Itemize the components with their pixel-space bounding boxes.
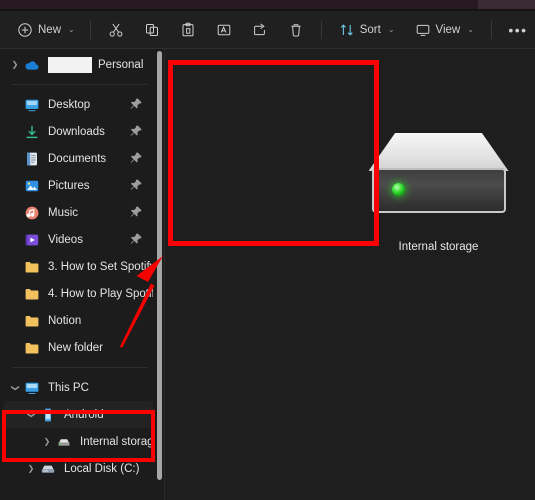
pin-icon[interactable]: [129, 124, 143, 138]
title-bar: [0, 0, 535, 9]
sidebar-item-pictures[interactable]: Pictures: [4, 172, 153, 199]
downloads-icon: [24, 124, 40, 140]
sidebar-item-label: Downloads: [48, 125, 105, 138]
see-more-button[interactable]: •••: [503, 16, 533, 44]
pictures-icon: [24, 178, 40, 194]
sidebar-item-label: Internal storage: [80, 435, 153, 448]
rename-icon: [216, 22, 232, 38]
share-icon: [252, 22, 268, 38]
share-button[interactable]: [244, 16, 276, 44]
plus-circle-icon: [17, 22, 33, 38]
pin-icon[interactable]: [129, 151, 143, 165]
chevron-down-icon: ⌄: [467, 25, 474, 34]
sidebar-item-label: Local Disk (C:): [64, 462, 140, 475]
sidebar-item-label: Personal: [98, 58, 144, 71]
sidebar-item-label: Music: [48, 206, 79, 219]
sidebar-item-label: Desktop: [48, 98, 91, 111]
sidebar-item-label: New folder: [48, 341, 103, 354]
sort-button-label: Sort: [359, 23, 381, 36]
toolbar-separator-3: [490, 20, 492, 39]
music-icon: [24, 205, 40, 221]
sidebar-item-label: Notion: [48, 314, 82, 327]
sidebar-item-music[interactable]: Music: [4, 199, 153, 226]
file-explorer-window: New ⌄ Sort ⌄ View ⌄ ••• ❯ Personal Deskt…: [0, 0, 535, 500]
sidebar-item-videos[interactable]: Videos: [4, 226, 153, 253]
sidebar-item-documents[interactable]: Documents: [4, 145, 153, 172]
copy-button[interactable]: [136, 16, 168, 44]
delete-button[interactable]: [280, 16, 312, 44]
red-pointer-arrow: [118, 252, 170, 352]
chevron-right-icon[interactable]: ❯: [24, 464, 38, 473]
copy-icon: [144, 22, 160, 38]
folder-icon: [24, 340, 40, 356]
sidebar-item-label: Videos: [48, 233, 83, 246]
chevron-right-icon[interactable]: ❯: [8, 60, 22, 69]
redacted-account-name: [48, 56, 92, 73]
rename-button[interactable]: [208, 16, 240, 44]
view-monitor-icon: [415, 22, 431, 38]
sidebar-item-downloads[interactable]: Downloads: [4, 118, 153, 145]
toolbar-separator-1: [89, 20, 91, 39]
toolbar-separator-2: [320, 20, 322, 39]
sidebar-item-android[interactable]: ❯ Android: [4, 401, 153, 428]
sidebar-item-desktop[interactable]: Desktop: [4, 91, 153, 118]
sidebar-item-label: Documents: [48, 152, 107, 165]
drive-top-face: [368, 133, 509, 171]
sidebar-item-label: Android: [64, 408, 104, 421]
drive-front-face: [371, 168, 506, 213]
chevron-down-icon: ⌄: [387, 25, 395, 34]
drive-led-icon: [391, 183, 405, 196]
chevron-down-icon: ⌄: [68, 25, 75, 34]
documents-icon: [24, 151, 40, 167]
folder-icon: [24, 313, 40, 329]
onedrive-cloud-icon: [24, 57, 40, 73]
chevron-down-icon[interactable]: ❯: [11, 381, 20, 395]
new-button[interactable]: New ⌄: [12, 16, 83, 44]
chevron-down-icon[interactable]: ❯: [27, 408, 36, 422]
desktop-icon: [24, 97, 40, 113]
phone-icon: [40, 407, 56, 423]
pin-icon[interactable]: [129, 205, 143, 219]
sidebar-item-label: This PC: [48, 381, 89, 394]
title-bar-left: [0, 0, 478, 9]
pin-icon[interactable]: [129, 178, 143, 192]
videos-icon: [24, 232, 40, 248]
folder-icon: [24, 286, 40, 302]
sidebar-item-internal-storage[interactable]: ❯ Internal storage: [4, 428, 153, 455]
sort-arrows-icon: [339, 22, 355, 38]
pin-icon[interactable]: [129, 232, 143, 246]
view-button[interactable]: View ⌄: [408, 16, 481, 44]
delete-icon: [288, 22, 304, 38]
sidebar-item-local-disk-c[interactable]: ❯ Local Disk (C:): [4, 455, 153, 482]
sidebar-item-personal[interactable]: ❯ Personal: [4, 51, 153, 78]
red-highlight-rectangle-content: [168, 60, 379, 246]
drive-icon: [56, 434, 72, 450]
title-bar-right: [478, 0, 535, 9]
harddisk-icon: [40, 461, 56, 477]
sidebar-item-label: Pictures: [48, 179, 90, 192]
paste-button[interactable]: [172, 16, 204, 44]
view-button-label: View: [435, 23, 461, 36]
pin-icon[interactable]: [129, 97, 143, 111]
new-button-label: New: [38, 23, 62, 36]
sidebar-divider-1: [12, 84, 147, 85]
command-bar: New ⌄ Sort ⌄ View ⌄ •••: [0, 11, 535, 48]
folder-icon: [24, 259, 40, 275]
sidebar-divider-2: [12, 367, 147, 368]
cut-button[interactable]: [100, 16, 132, 44]
this-pc-icon: [24, 380, 40, 396]
chevron-right-icon[interactable]: ❯: [40, 437, 54, 446]
sidebar-item-this-pc[interactable]: ❯ This PC: [4, 374, 153, 401]
paste-icon: [180, 22, 196, 38]
cut-icon: [108, 22, 124, 38]
internal-storage-drive-icon: [368, 133, 509, 215]
sort-button[interactable]: Sort ⌄: [332, 16, 402, 44]
